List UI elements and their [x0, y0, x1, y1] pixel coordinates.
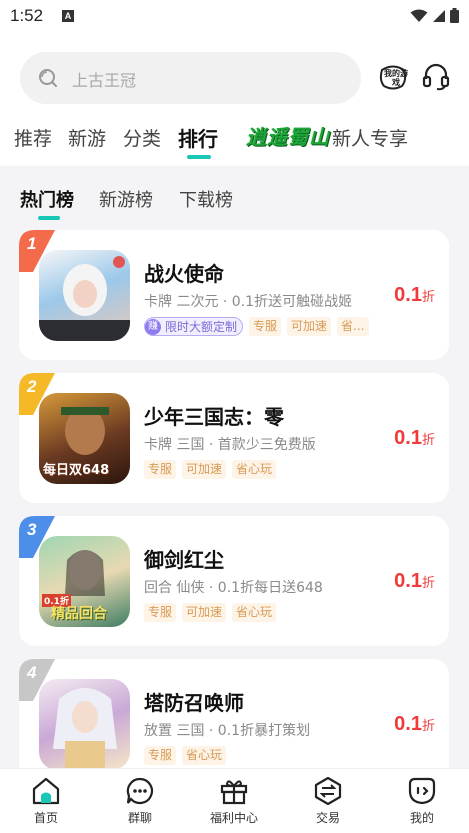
top-tabs: 推荐 新游 分类 排行 逍遥蜀山 新人专享 — [14, 121, 464, 159]
nav-benefits-label: 福利中心 — [209, 811, 258, 825]
tag-accelerate: 可加速 — [182, 460, 227, 479]
tag-accelerate: 可加速 — [287, 317, 332, 336]
nav-home-label: 首页 — [33, 811, 58, 825]
tag-dedicated-server: 专服 — [144, 460, 177, 479]
game-name: 少年三国志：零 — [144, 405, 284, 429]
status-time: 1:52 — [10, 6, 44, 25]
bottom-nav: 首页 群聊 福利中心 交易 我的 — [0, 768, 469, 833]
tag-accelerate: 可加速 — [182, 603, 227, 622]
headset-icon[interactable] — [422, 63, 450, 91]
rank-number: 3 — [27, 520, 37, 539]
search-icon — [39, 69, 57, 87]
tag-easy: 省... — [337, 317, 369, 336]
tag-dedicated-server: 专服 — [249, 317, 282, 336]
game-description: 放置 三国 · 0.1折暴打策划 — [144, 723, 311, 739]
search-placeholder: 上古王冠 — [72, 71, 137, 90]
game-card[interactable]: 3 0.1折 精品回合 御剑红尘 回合 仙侠 · 0.1折每日送648 专服 可… — [19, 516, 449, 646]
header: 上古王冠 我的游戏 推荐 新游 分类 排行 逍遥蜀山 新人专享 — [0, 34, 469, 166]
rank-number: 2 — [27, 377, 37, 396]
rank-number: 1 — [27, 234, 37, 253]
tab-recommend[interactable]: 推荐 — [14, 124, 52, 151]
game-card[interactable]: 1 战火使命 卡牌 二次元 · 0.1折送可触碰战姬 赚限时大额定制 专服 可加… — [19, 230, 449, 360]
trade-icon — [314, 777, 342, 805]
tab-active-indicator — [187, 155, 211, 159]
discount-label: 0.1折 — [394, 713, 435, 735]
tag-easy: 省心玩 — [182, 746, 227, 765]
subtab-active-indicator — [38, 216, 60, 220]
signal-icon — [433, 9, 445, 22]
promo-tag-label: 限时大额定制 — [165, 319, 238, 334]
promo-tag: 赚限时大额定制 — [144, 317, 244, 336]
subtab-download[interactable]: 下载榜 — [179, 186, 233, 212]
subtab-new[interactable]: 新游榜 — [99, 186, 153, 212]
game-icon — [39, 679, 130, 770]
earn-badge-icon: 赚 — [145, 318, 161, 335]
chat-icon — [126, 777, 154, 805]
game-name: 御剑红尘 — [144, 548, 224, 572]
nav-trade[interactable]: 交易 — [288, 777, 368, 826]
game-icon: 每日双648 — [39, 393, 130, 484]
tab-newcomer[interactable]: 新人专享 — [332, 124, 408, 151]
ranking-sub-tabs: 热门榜 新游榜 下载榜 — [0, 166, 469, 226]
game-tags: 专服 省心玩 — [144, 746, 394, 765]
game-description: 卡牌 二次元 · 0.1折送可触碰战姬 — [144, 294, 353, 310]
game-description: 卡牌 三国 · 首款少三免费版 — [144, 437, 316, 453]
nav-profile-label: 我的 — [409, 811, 434, 825]
tab-categories[interactable]: 分类 — [123, 124, 161, 151]
nav-profile[interactable]: 我的 — [382, 777, 462, 826]
game-icon-caption: 每日双648 — [43, 463, 110, 478]
search-bar[interactable]: 上古王冠 — [20, 52, 361, 104]
game-tags: 专服 可加速 省心玩 — [144, 603, 394, 622]
battery-icon — [450, 8, 459, 23]
nav-home[interactable]: 首页 — [6, 777, 86, 826]
nav-trade-label: 交易 — [315, 811, 340, 825]
nav-chat-label: 群聊 — [127, 811, 152, 825]
profile-icon — [408, 777, 436, 805]
rank-number: 4 — [27, 663, 37, 682]
home-icon — [32, 777, 60, 805]
game-card[interactable]: 2 每日双648 少年三国志：零 卡牌 三国 · 首款少三免费版 专服 可加速 … — [19, 373, 449, 503]
discount-label: 0.1折 — [394, 427, 435, 449]
status-icons — [410, 8, 459, 23]
subtab-hot[interactable]: 热门榜 — [20, 186, 74, 212]
game-icon-caption: 精品回合 — [51, 606, 107, 622]
wifi-icon — [410, 9, 428, 22]
status-bar: 1:52 A — [0, 0, 469, 34]
tag-easy: 省心玩 — [232, 603, 277, 622]
tag-dedicated-server: 专服 — [144, 603, 177, 622]
game-tags: 专服 可加速 省心玩 — [144, 460, 394, 479]
nav-benefits[interactable]: 福利中心 — [194, 777, 274, 826]
my-games-button[interactable]: 我的游戏 — [378, 64, 408, 92]
game-description: 回合 仙侠 · 0.1折每日送648 — [144, 580, 323, 596]
game-name: 战火使命 — [144, 262, 224, 286]
game-name: 塔防召唤师 — [144, 691, 244, 715]
discount-label: 0.1折 — [394, 284, 435, 306]
tab-ranking[interactable]: 排行 — [178, 123, 218, 152]
tab-promo-xiaoyao[interactable]: 逍遥蜀山 — [246, 121, 330, 150]
tab-new-games[interactable]: 新游 — [68, 124, 106, 151]
notification-icon: A — [62, 10, 74, 22]
my-games-label: 我的游戏 — [384, 69, 408, 87]
tag-dedicated-server: 专服 — [144, 746, 177, 765]
game-icon — [39, 250, 130, 341]
game-icon: 0.1折 精品回合 — [39, 536, 130, 627]
discount-label: 0.1折 — [394, 570, 435, 592]
gift-icon — [220, 780, 248, 805]
game-tags: 赚限时大额定制 专服 可加速 省... — [144, 317, 394, 336]
tag-easy: 省心玩 — [232, 460, 277, 479]
nav-chat[interactable]: 群聊 — [100, 777, 180, 826]
